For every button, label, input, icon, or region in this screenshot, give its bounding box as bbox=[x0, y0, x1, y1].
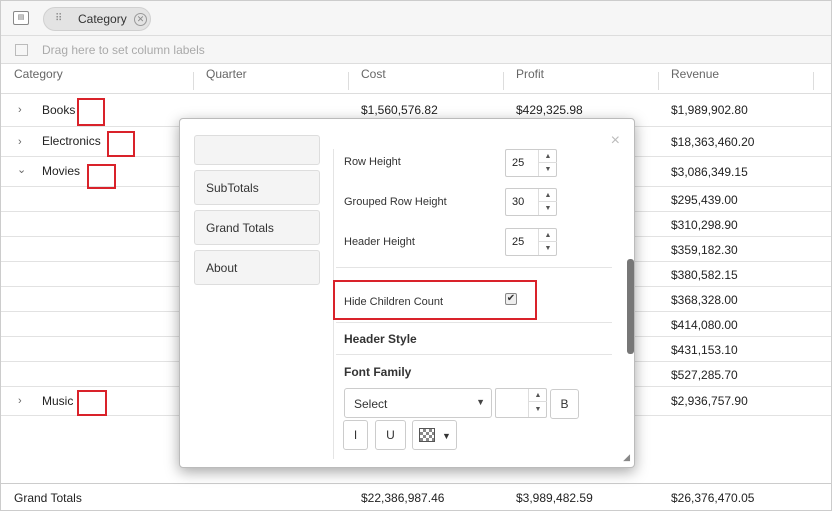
group-chip-label: Category bbox=[78, 12, 127, 26]
nav-item-grand-totals[interactable]: Grand Totals bbox=[194, 210, 320, 245]
column-resize-handle[interactable] bbox=[813, 72, 814, 90]
spinner-down-icon[interactable]: ▼ bbox=[539, 202, 557, 215]
highlight-box bbox=[333, 280, 537, 320]
row-height-stepper[interactable]: 25 ▲ ▼ bbox=[505, 149, 557, 177]
revenue-cell: $527,285.70 bbox=[671, 368, 738, 382]
chevron-down-icon: ▼ bbox=[442, 431, 451, 441]
nav-item-subtotals[interactable]: SubTotals bbox=[194, 170, 320, 205]
spinner-up-icon[interactable]: ▲ bbox=[529, 389, 547, 402]
column-resize-handle[interactable] bbox=[193, 72, 194, 90]
column-labels-icon bbox=[15, 44, 28, 56]
column-label-panel[interactable]: Drag here to set column labels bbox=[1, 36, 831, 64]
grand-total-revenue: $26,376,470.05 bbox=[671, 491, 755, 505]
header-quarter[interactable]: Quarter bbox=[206, 67, 247, 81]
font-family-select-value: Select bbox=[354, 397, 388, 411]
resize-grip-icon[interactable]: ◢ bbox=[623, 452, 630, 463]
spinner-down-icon[interactable]: ▼ bbox=[539, 242, 557, 255]
header-height-label: Header Height bbox=[344, 236, 415, 248]
nav-item-about[interactable]: About bbox=[194, 250, 320, 285]
header-category[interactable]: Category bbox=[14, 67, 63, 81]
grouped-row-height-value: 30 bbox=[512, 196, 525, 208]
color-picker-button[interactable]: ▼ bbox=[412, 420, 457, 450]
revenue-cell: $2,936,757.90 bbox=[671, 394, 748, 408]
chevron-right-icon[interactable]: › bbox=[18, 104, 22, 116]
row-group-panel: ▤ ⠿ Category ✕ bbox=[1, 1, 831, 36]
group-chip-category[interactable]: ⠿ Category ✕ bbox=[43, 7, 151, 31]
bold-button[interactable]: B bbox=[550, 389, 579, 419]
revenue-cell: $310,298.90 bbox=[671, 218, 738, 232]
divider bbox=[336, 267, 612, 268]
column-header-row: Category Quarter Cost Profit Revenue bbox=[1, 64, 831, 94]
font-family-title: Font Family bbox=[344, 365, 412, 379]
header-revenue[interactable]: Revenue bbox=[671, 67, 719, 81]
dialog-scrollbar[interactable] bbox=[627, 259, 634, 354]
remove-circle-icon[interactable]: ✕ bbox=[134, 13, 147, 26]
divider bbox=[336, 354, 612, 355]
grand-total-profit: $3,989,482.59 bbox=[516, 491, 593, 505]
revenue-cell: $1,989,902.80 bbox=[671, 103, 748, 117]
spinner-up-icon[interactable]: ▲ bbox=[539, 229, 557, 242]
revenue-cell: $431,153.10 bbox=[671, 343, 738, 357]
chevron-right-icon[interactable]: › bbox=[18, 395, 22, 407]
header-profit[interactable]: Profit bbox=[516, 67, 544, 81]
revenue-cell: $295,439.00 bbox=[671, 193, 738, 207]
grand-totals-label: Grand Totals bbox=[14, 491, 82, 505]
underline-button[interactable]: U bbox=[375, 420, 406, 450]
grouped-row-height-stepper[interactable]: 30 ▲ ▼ bbox=[505, 188, 557, 216]
highlight-box bbox=[107, 131, 135, 157]
header-height-stepper[interactable]: 25 ▲ ▼ bbox=[505, 228, 557, 256]
highlight-box bbox=[77, 390, 107, 416]
stepper-arrows: ▲ ▼ bbox=[538, 189, 557, 215]
pivot-panel-icon[interactable]: ▤ bbox=[13, 11, 29, 25]
revenue-cell: $414,080.00 bbox=[671, 318, 738, 332]
profit-cell: $429,325.98 bbox=[516, 103, 583, 117]
highlight-box bbox=[87, 164, 116, 189]
revenue-cell: $359,182.30 bbox=[671, 243, 738, 257]
revenue-cell: $18,363,460.20 bbox=[671, 135, 755, 149]
stepper-arrows: ▲ ▼ bbox=[528, 389, 547, 417]
spinner-down-icon[interactable]: ▼ bbox=[529, 403, 547, 416]
close-icon[interactable]: × bbox=[611, 133, 620, 149]
chevron-down-icon[interactable]: ⌄ bbox=[17, 163, 26, 176]
revenue-cell: $368,328.00 bbox=[671, 293, 738, 307]
grouped-row-height-label: Grouped Row Height bbox=[344, 196, 447, 208]
column-resize-handle[interactable] bbox=[348, 72, 349, 90]
spinner-up-icon[interactable]: ▲ bbox=[539, 150, 557, 163]
header-cost[interactable]: Cost bbox=[361, 67, 386, 81]
category-cell: Movies bbox=[42, 164, 81, 178]
cost-cell: $1,560,576.82 bbox=[361, 103, 438, 117]
color-swatch-icon bbox=[419, 428, 435, 442]
category-cell: Music bbox=[42, 394, 74, 408]
category-cell: Books bbox=[42, 103, 76, 117]
column-resize-handle[interactable] bbox=[658, 72, 659, 90]
column-label-hint: Drag here to set column labels bbox=[42, 43, 205, 57]
category-cell: Electronics bbox=[42, 134, 101, 148]
row-height-value: 25 bbox=[512, 157, 525, 169]
chevron-down-icon: ▼ bbox=[476, 397, 485, 407]
italic-button[interactable]: I bbox=[343, 420, 368, 450]
column-resize-handle[interactable] bbox=[503, 72, 504, 90]
row-height-label: Row Height bbox=[344, 156, 401, 168]
stepper-arrows: ▲ ▼ bbox=[538, 150, 557, 176]
chevron-right-icon[interactable]: › bbox=[18, 136, 22, 148]
nav-item-partial[interactable] bbox=[194, 135, 320, 165]
drag-grip-icon[interactable]: ⠿ bbox=[55, 13, 62, 24]
spinner-up-icon[interactable]: ▲ bbox=[539, 189, 557, 202]
font-size-stepper[interactable]: ▲ ▼ bbox=[495, 388, 547, 418]
stepper-arrows: ▲ ▼ bbox=[538, 229, 557, 255]
header-style-title: Header Style bbox=[344, 332, 417, 346]
spinner-down-icon[interactable]: ▼ bbox=[539, 163, 557, 176]
settings-dialog: × SubTotals Grand Totals About Row Heigh… bbox=[179, 118, 635, 468]
divider bbox=[336, 322, 612, 323]
highlight-box bbox=[77, 98, 105, 126]
revenue-cell: $3,086,349.15 bbox=[671, 165, 748, 179]
header-height-value: 25 bbox=[512, 236, 525, 248]
grand-total-cost: $22,386,987.46 bbox=[361, 491, 445, 505]
grand-totals-row: Grand Totals $22,386,987.46 $3,989,482.5… bbox=[1, 483, 831, 510]
revenue-cell: $380,582.15 bbox=[671, 268, 738, 282]
font-family-select[interactable]: Select ▼ bbox=[344, 388, 492, 418]
